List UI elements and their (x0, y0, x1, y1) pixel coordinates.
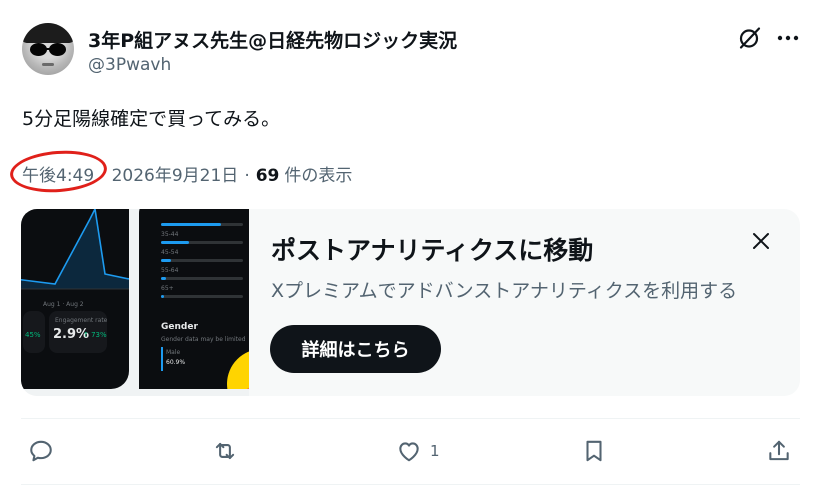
grok-icon[interactable] (737, 25, 763, 51)
card-subtitle: Xプレミアムでアドバンストアナリティクスを利用する (271, 280, 738, 302)
meta-separator: · (244, 166, 250, 186)
reply-button[interactable] (28, 436, 54, 466)
tweet-text: 5分足陽線確定で買ってみる。 (22, 108, 281, 130)
meta-separator: · (100, 166, 106, 186)
divider (21, 484, 800, 485)
like-count: 1 (430, 442, 440, 460)
phone-mockup-left: Aug 1 · Aug 2 Engagement rate 2.9% ↑ 73%… (21, 209, 129, 389)
divider (21, 418, 800, 419)
repost-button[interactable] (212, 436, 238, 466)
share-icon (769, 440, 789, 461)
author-handle[interactable]: @3Pwavh (88, 55, 171, 75)
preview-male-value: 60.9% (166, 359, 186, 366)
card-title: ポストアナリティクスに移動 (271, 236, 594, 265)
avatar[interactable] (22, 23, 74, 75)
heart-icon (399, 442, 419, 462)
bookmark-button[interactable] (581, 436, 607, 466)
preview-stat-delta: ↑ 73% (83, 331, 107, 339)
share-button[interactable] (766, 436, 792, 466)
bookmark-icon (586, 440, 602, 462)
more-horizontal-icon[interactable] (776, 25, 800, 51)
views-count[interactable]: 69 (256, 166, 280, 186)
author-display-name[interactable]: 3年P組アヌス先生@日経先物ロジック実況 (88, 26, 457, 53)
repost-icon (215, 442, 235, 460)
like-button[interactable]: 1 (396, 436, 440, 466)
views-label[interactable]: 件の表示 (284, 166, 352, 186)
post-analytics-card[interactable]: Aug 1 · Aug 2 Engagement rate 2.9% ↑ 73%… (21, 209, 800, 396)
tweet-date[interactable]: 2026年9月21日 (112, 166, 239, 186)
learn-more-button[interactable]: 詳細はこちら (270, 325, 441, 373)
tweet-meta: 午後4:49 · 2026年9月21日 · 69 件の表示 (22, 161, 352, 186)
reply-icon (30, 440, 52, 462)
preview-left-delta: 45% (25, 331, 41, 339)
phone-mockup-right: 35-44 45-54 55-64 65+ Gender Gender data… (139, 209, 249, 389)
tweet-time-link[interactable]: 午後4:49 (22, 166, 94, 186)
preview-male-label: Male (166, 349, 181, 356)
close-icon[interactable] (749, 229, 773, 253)
analytics-preview-image: Aug 1 · Aug 2 Engagement rate 2.9% ↑ 73%… (21, 209, 249, 396)
preview-gender-label: Gender (161, 322, 198, 332)
